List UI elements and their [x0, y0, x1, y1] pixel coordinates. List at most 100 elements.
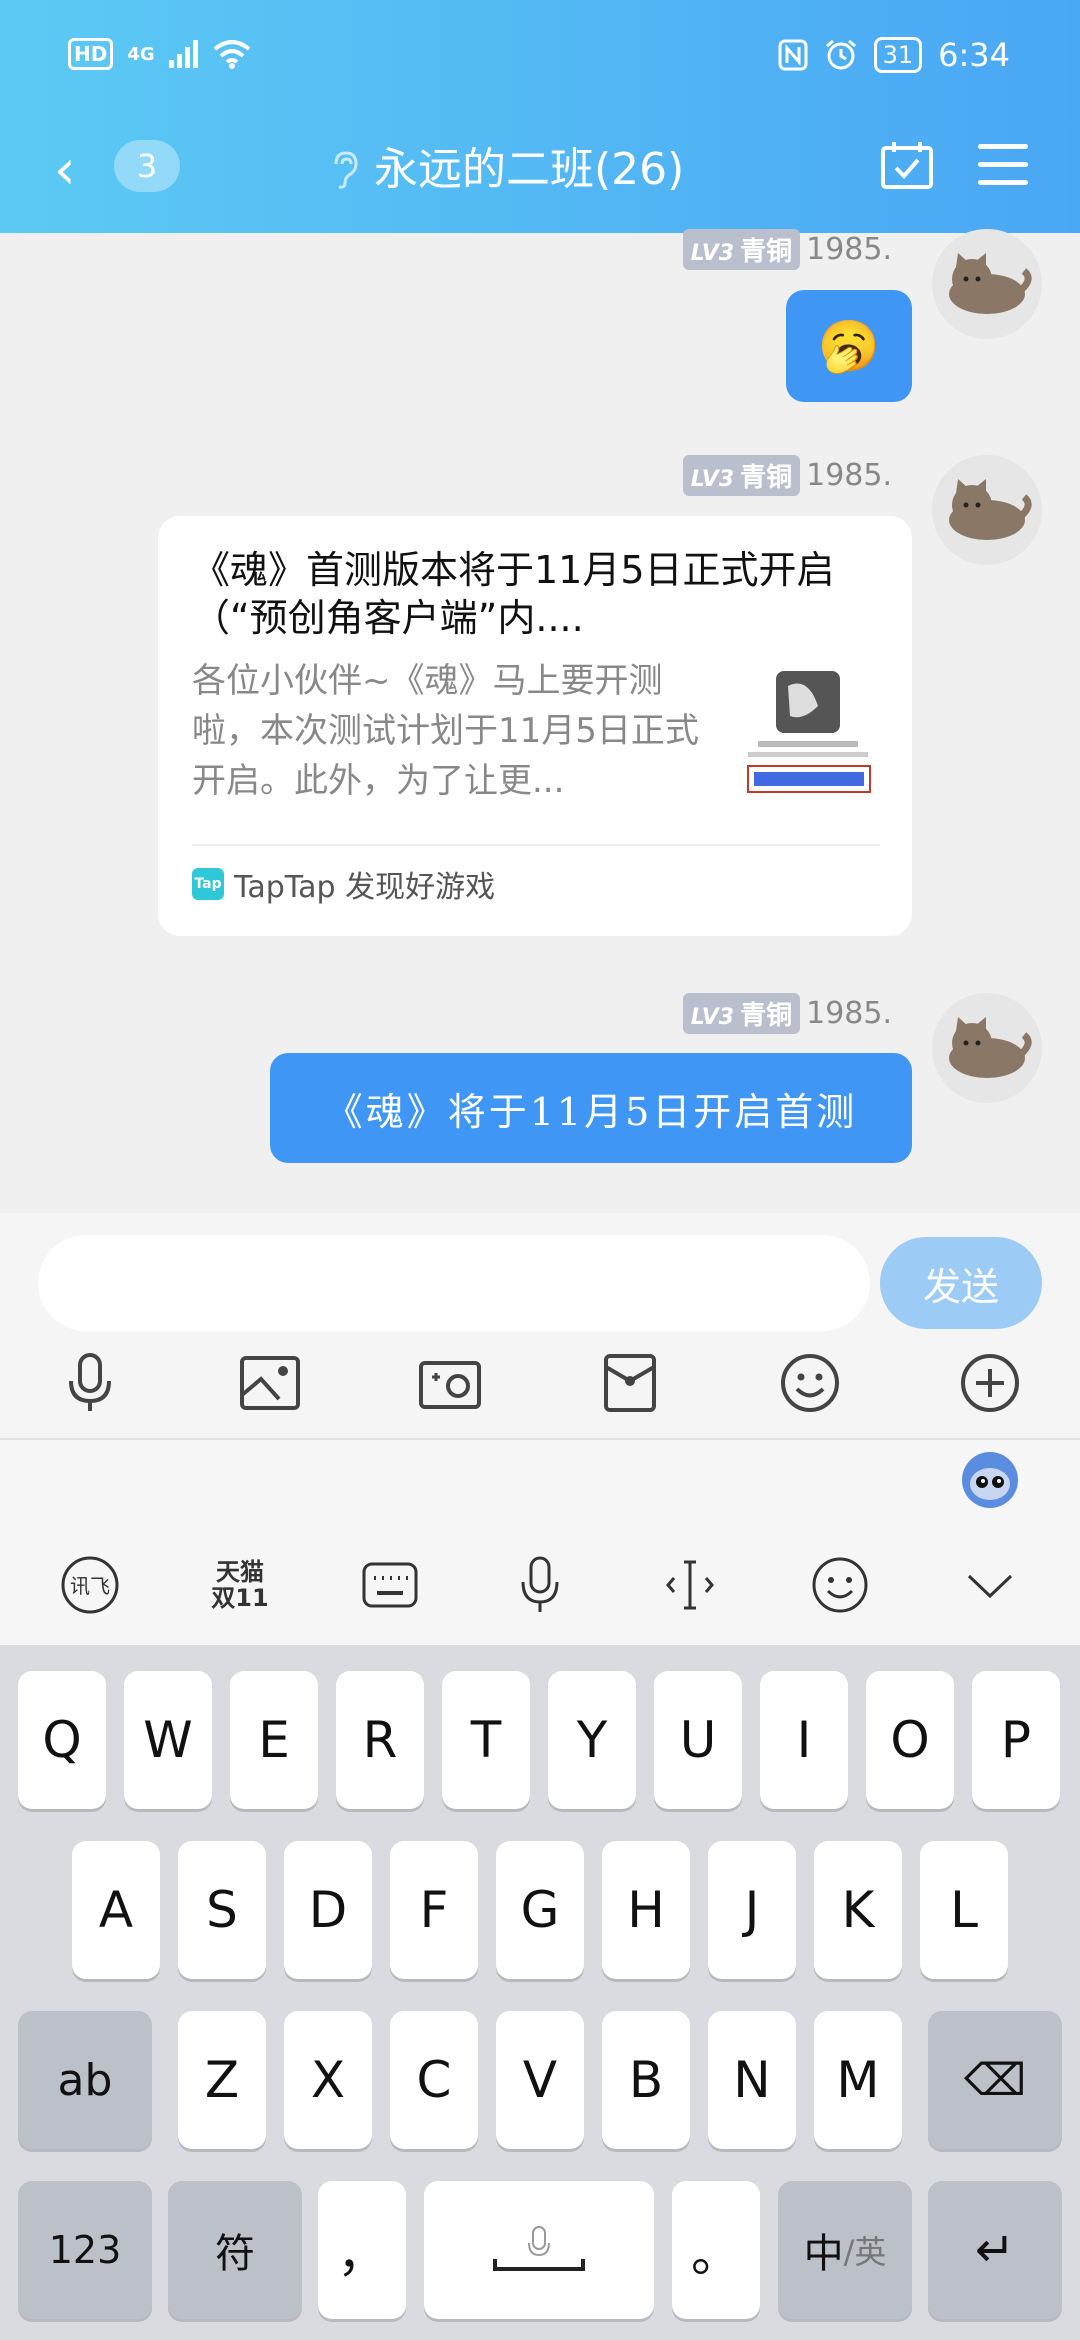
svg-text:讯飞: 讯飞 [70, 1574, 110, 1598]
sender-meta: LV3 青铜 1985. [682, 993, 892, 1034]
tmall-icon[interactable]: 天猫 双11 [200, 1545, 280, 1625]
status-bar: HD 4G 31 6:34 [0, 0, 1080, 120]
space-mic-icon [493, 2226, 585, 2271]
emoji-icon[interactable] [770, 1343, 850, 1423]
backspace-key[interactable]: ⌫ [928, 2011, 1062, 2149]
cursor-icon[interactable] [650, 1545, 730, 1625]
message-input[interactable] [38, 1235, 870, 1331]
calendar-check-icon[interactable] [880, 140, 934, 190]
link-card[interactable]: 《魂》首测版本将于11月5日正式开启（“预创角客户端”内.... 各位小伙伴~《… [158, 516, 912, 936]
input-toolbar [0, 1343, 1080, 1429]
card-thumbnail-image [738, 666, 878, 796]
key-l[interactable]: L [920, 1841, 1008, 1979]
red-packet-icon[interactable] [590, 1343, 670, 1423]
keyboard-icon[interactable] [350, 1545, 430, 1625]
avatar[interactable] [932, 993, 1042, 1103]
chat-title: 永远的二班(26) [374, 144, 685, 195]
wifi-icon [213, 40, 250, 69]
taptap-icon: Tap [192, 868, 224, 900]
level-badge: LV3 青铜 [682, 455, 801, 496]
keyboard: Q W E R T Y U I O P A S D F G H J K L ab… [0, 1645, 1080, 2340]
key-x[interactable]: X [284, 2011, 372, 2149]
keyboard-toolbar: 讯飞 天猫 双11 [0, 1440, 1080, 1645]
card-source-label: TapTap 发现好游戏 [234, 870, 496, 905]
send-button[interactable]: 发送 [880, 1237, 1042, 1329]
key-123[interactable]: 123 [18, 2181, 152, 2319]
key-o[interactable]: O [866, 1671, 954, 1809]
back-icon[interactable]: ‹ [54, 140, 76, 200]
sender-meta: LV3 青铜 1985. [682, 455, 892, 496]
key-z[interactable]: Z [178, 2011, 266, 2149]
menu-icon[interactable] [978, 144, 1028, 186]
key-c[interactable]: C [390, 2011, 478, 2149]
language-toggle-key[interactable]: 中/英 [778, 2181, 912, 2319]
key-p[interactable]: P [972, 1671, 1060, 1809]
plus-icon[interactable] [950, 1343, 1030, 1423]
divider [192, 844, 880, 846]
keyboard-mascot-icon[interactable] [962, 1452, 1018, 1508]
keyboard-emoji-icon[interactable] [800, 1545, 880, 1625]
key-d[interactable]: D [284, 1841, 372, 1979]
network-type: 4G [127, 43, 155, 65]
card-title: 《魂》首测版本将于11月5日正式开启（“预创角客户端”内.... [192, 548, 835, 640]
key-comma[interactable]: ， [318, 2181, 406, 2319]
key-b[interactable]: B [602, 2011, 690, 2149]
card-description: 各位小伙伴~《魂》马上要开测啦，本次测试计划于11月5日正式开启。此外，为了让更… [192, 661, 699, 801]
level-badge: LV3 青铜 [682, 993, 801, 1034]
voice-input-icon[interactable] [500, 1545, 580, 1625]
lang-main: 中 [803, 2231, 844, 2277]
card-source: Tap TapTap 发现好游戏 [192, 862, 495, 906]
key-y[interactable]: Y [548, 1671, 636, 1809]
key-h[interactable]: H [602, 1841, 690, 1979]
image-icon[interactable] [230, 1343, 310, 1423]
collapse-chevron-icon[interactable] [950, 1545, 1030, 1625]
clock: 6:34 [938, 36, 1010, 74]
key-a[interactable]: A [72, 1841, 160, 1979]
hd-badge: HD [68, 38, 114, 70]
key-s[interactable]: S [178, 1841, 266, 1979]
text-message[interactable]: 《魂》将于11月5日开启首测 [270, 1053, 912, 1163]
header: HD 4G 31 6:34 ‹ 3 永远的二班(26) [0, 0, 1080, 233]
key-f[interactable]: F [390, 1841, 478, 1979]
key-g[interactable]: G [496, 1841, 584, 1979]
sender-meta: LV3 青铜 1985. [682, 229, 892, 270]
nav-bar: ‹ 3 永远的二班(26) [0, 130, 1080, 210]
key-w[interactable]: W [124, 1671, 212, 1809]
battery-level: 31 [873, 37, 923, 73]
unread-count-badge[interactable]: 3 [114, 140, 180, 192]
key-n[interactable]: N [708, 2011, 796, 2149]
key-j[interactable]: J [708, 1841, 796, 1979]
xunfei-logo-icon[interactable]: 讯飞 [50, 1545, 130, 1625]
key-ab-mode[interactable]: ab [18, 2011, 152, 2149]
avatar[interactable] [932, 229, 1042, 339]
input-bar: 发送 [0, 1213, 1080, 1440]
key-e[interactable]: E [230, 1671, 318, 1809]
message-list[interactable]: LV3 青铜 1985. 🥱 LV3 青铜 1985. 《魂》首测版本将于11月5日… [0, 229, 1080, 1213]
alarm-icon [825, 39, 856, 70]
microphone-icon[interactable] [50, 1343, 130, 1423]
key-i[interactable]: I [760, 1671, 848, 1809]
enter-key[interactable]: ↵ [928, 2181, 1062, 2319]
space-key[interactable] [424, 2181, 654, 2319]
emoji-message[interactable]: 🥱 [786, 290, 912, 402]
signal-icon [168, 40, 198, 68]
nfc-icon [778, 39, 808, 71]
key-v[interactable]: V [496, 2011, 584, 2149]
key-k[interactable]: K [814, 1841, 902, 1979]
key-t[interactable]: T [442, 1671, 530, 1809]
key-q[interactable]: Q [18, 1671, 106, 1809]
key-symbols[interactable]: 符 [168, 2181, 302, 2319]
lang-alt: /英 [843, 2233, 887, 2271]
key-period[interactable]: 。 [672, 2181, 760, 2319]
avatar[interactable] [932, 455, 1042, 565]
camera-icon[interactable] [410, 1343, 490, 1423]
sender-name: 1985. [806, 996, 892, 1031]
sender-name: 1985. [806, 232, 892, 267]
ear-icon [334, 151, 358, 189]
sender-name: 1985. [806, 458, 892, 493]
key-r[interactable]: R [336, 1671, 424, 1809]
title-group[interactable]: 永远的二班(26) [330, 140, 684, 200]
key-u[interactable]: U [654, 1671, 742, 1809]
level-badge: LV3 青铜 [682, 229, 801, 270]
key-m[interactable]: M [814, 2011, 902, 2149]
